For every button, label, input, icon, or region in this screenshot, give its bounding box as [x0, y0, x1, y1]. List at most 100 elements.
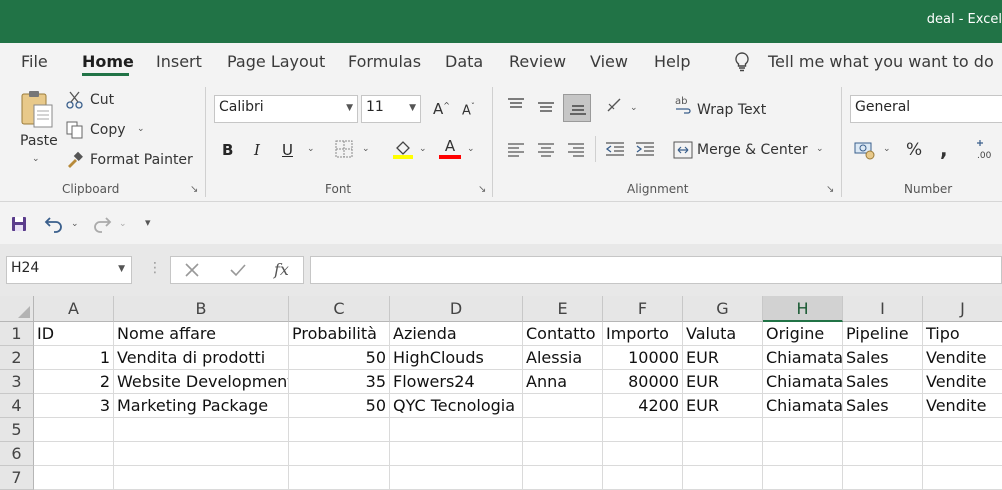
cell-g3[interactable]: EUR [683, 370, 763, 394]
cell-f2[interactable]: 10000 [603, 346, 683, 370]
cell-a1[interactable]: ID [34, 322, 114, 346]
paste-button[interactable]: Paste ⌄ [18, 89, 58, 164]
cell-d4[interactable]: QYC Tecnologia [390, 394, 523, 418]
cell-b2[interactable]: Vendita di prodotti [114, 346, 289, 370]
row-header-3[interactable]: 3 [0, 370, 34, 394]
merge-center-button[interactable]: Merge & Center [697, 142, 808, 158]
tab-data[interactable]: Data [445, 52, 483, 71]
column-header-i[interactable]: I [843, 296, 923, 322]
cell-g4[interactable]: EUR [683, 394, 763, 418]
cell-g2[interactable]: EUR [683, 346, 763, 370]
align-right-icon[interactable] [567, 143, 585, 157]
bottom-align-button[interactable] [563, 94, 591, 122]
cell-e5[interactable] [523, 418, 603, 442]
cell-i1[interactable]: Pipeline [843, 322, 923, 346]
percent-button[interactable]: % [906, 140, 922, 160]
cell-j1[interactable]: Tipo [923, 322, 1002, 346]
tab-help[interactable]: Help [654, 52, 690, 71]
clipboard-launcher-icon[interactable]: ↘ [190, 184, 198, 195]
cell-h6[interactable] [763, 442, 843, 466]
grow-font-button[interactable]: A^ [433, 100, 450, 118]
undo-icon[interactable] [44, 215, 64, 233]
cell-f5[interactable] [603, 418, 683, 442]
column-header-c[interactable]: C [289, 296, 390, 322]
column-header-f[interactable]: F [603, 296, 683, 322]
merge-dropdown-icon[interactable]: ⌄ [816, 144, 824, 154]
row-header-6[interactable]: 6 [0, 442, 34, 466]
cell-g7[interactable] [683, 466, 763, 490]
select-all-corner[interactable] [0, 296, 34, 322]
cell-i4[interactable]: Sales [843, 394, 923, 418]
font-name-select[interactable]: Calibri ▼ [214, 95, 358, 123]
currency-dropdown-icon[interactable]: ⌄ [883, 144, 891, 154]
undo-dropdown-icon[interactable]: ⌄ [71, 219, 79, 229]
orientation-icon[interactable] [605, 96, 627, 116]
cancel-icon[interactable] [184, 262, 200, 278]
cell-h3[interactable]: Chiamata [763, 370, 843, 394]
font-color-button[interactable]: A [439, 137, 461, 159]
column-header-d[interactable]: D [390, 296, 523, 322]
cell-g5[interactable] [683, 418, 763, 442]
cell-d1[interactable]: Azienda [390, 322, 523, 346]
cell-g6[interactable] [683, 442, 763, 466]
cell-c1[interactable]: Probabilità [289, 322, 390, 346]
cell-f6[interactable] [603, 442, 683, 466]
borders-dropdown-icon[interactable]: ⌄ [362, 144, 370, 154]
cell-c6[interactable] [289, 442, 390, 466]
tab-file[interactable]: File [21, 52, 48, 71]
cell-j5[interactable] [923, 418, 1002, 442]
tab-formulas[interactable]: Formulas [348, 52, 421, 71]
more-options-icon[interactable]: ⋮ [148, 260, 162, 276]
font-color-dropdown-icon[interactable]: ⌄ [467, 144, 475, 154]
cell-i5[interactable] [843, 418, 923, 442]
font-launcher-icon[interactable]: ↘ [478, 184, 486, 195]
underline-dropdown-icon[interactable]: ⌄ [307, 144, 315, 154]
align-left-icon[interactable] [507, 143, 525, 157]
cell-e1[interactable]: Contatto [523, 322, 603, 346]
alignment-launcher-icon[interactable]: ↘ [826, 184, 834, 195]
cell-g1[interactable]: Valuta [683, 322, 763, 346]
fill-color-icon[interactable] [392, 138, 414, 160]
redo-dropdown-icon[interactable]: ⌄ [119, 219, 127, 229]
cell-d2[interactable]: HighClouds [390, 346, 523, 370]
tell-me-search[interactable]: Tell me what you want to do [768, 52, 994, 71]
cell-h1[interactable]: Origine [763, 322, 843, 346]
formula-input[interactable] [310, 256, 1002, 284]
save-icon[interactable] [11, 216, 27, 232]
top-align-icon[interactable] [507, 98, 525, 112]
row-header-2[interactable]: 2 [0, 346, 34, 370]
cell-b3[interactable]: Website Development [114, 370, 289, 394]
cell-c4[interactable]: 50 [289, 394, 390, 418]
increase-indent-icon[interactable] [635, 142, 655, 158]
cell-f7[interactable] [603, 466, 683, 490]
cell-j2[interactable]: Vendite [923, 346, 1002, 370]
copy-button[interactable]: Copy [90, 122, 126, 138]
cell-e3[interactable]: Anna [523, 370, 603, 394]
cell-d6[interactable] [390, 442, 523, 466]
cell-e6[interactable] [523, 442, 603, 466]
align-center-icon[interactable] [537, 143, 555, 157]
wrap-text-button[interactable]: Wrap Text [697, 102, 766, 118]
cell-c2[interactable]: 50 [289, 346, 390, 370]
tab-review[interactable]: Review [509, 52, 566, 71]
cell-h5[interactable] [763, 418, 843, 442]
cell-b4[interactable]: Marketing Package [114, 394, 289, 418]
cell-i6[interactable] [843, 442, 923, 466]
tab-view[interactable]: View [590, 52, 628, 71]
cell-b5[interactable] [114, 418, 289, 442]
orientation-dropdown-icon[interactable]: ⌄ [630, 103, 638, 113]
column-header-a[interactable]: A [34, 296, 114, 322]
cell-c5[interactable] [289, 418, 390, 442]
row-header-7[interactable]: 7 [0, 466, 34, 490]
cell-e7[interactable] [523, 466, 603, 490]
tab-page-layout[interactable]: Page Layout [227, 52, 325, 71]
copy-dropdown-icon[interactable]: ⌄ [137, 124, 145, 134]
increase-decimal-icon[interactable]: .00 [975, 139, 997, 161]
enter-icon[interactable] [229, 262, 247, 278]
cell-j4[interactable]: Vendite [923, 394, 1002, 418]
cell-b6[interactable] [114, 442, 289, 466]
currency-icon[interactable] [854, 140, 876, 160]
cell-a4[interactable]: 3 [34, 394, 114, 418]
column-header-h[interactable]: H [763, 296, 843, 322]
underline-button[interactable]: U [282, 141, 293, 159]
